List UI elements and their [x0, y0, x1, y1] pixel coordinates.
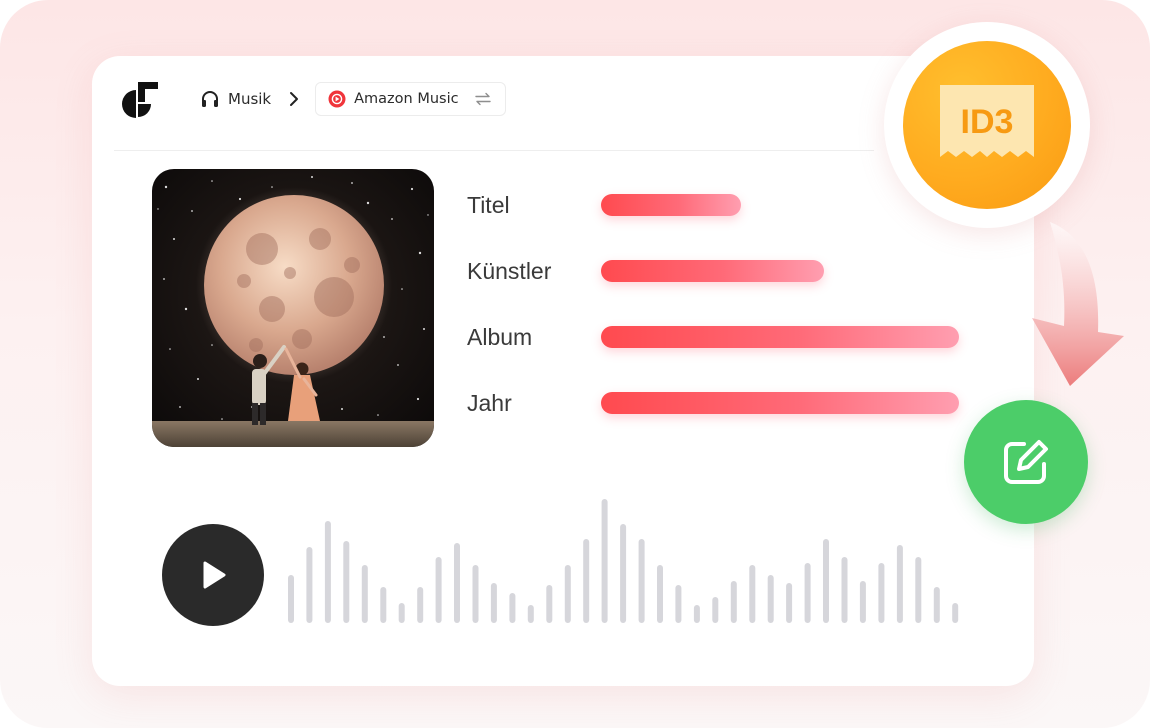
- waveform-bar: [527, 605, 534, 623]
- meta-row-year: Jahr: [467, 385, 959, 421]
- edit-tags-button[interactable]: [964, 400, 1088, 524]
- waveform-bar: [398, 603, 405, 623]
- id3-label: ID3: [960, 103, 1014, 141]
- waveform-bar: [841, 557, 848, 623]
- meta-value-album[interactable]: [601, 326, 959, 348]
- waveform-bar: [601, 499, 608, 623]
- meta-value-title[interactable]: [601, 194, 741, 216]
- waveform-bar: [343, 541, 350, 623]
- waveform-bar: [657, 565, 663, 623]
- waveform-bar: [915, 557, 922, 623]
- waveform-bar: [749, 565, 756, 623]
- waveform-bar: [564, 565, 571, 623]
- meta-label-year: Jahr: [467, 389, 512, 416]
- waveform-bar: [859, 581, 866, 623]
- waveform-bar: [324, 521, 331, 623]
- waveform-bar: [712, 597, 719, 623]
- play-button[interactable]: [162, 524, 264, 626]
- waveform-bar: [417, 587, 424, 623]
- meta-row-title: Titel: [467, 187, 741, 223]
- waveform-bar: [435, 557, 442, 623]
- waveform-bar: [361, 565, 368, 623]
- meta-value-year[interactable]: [601, 392, 959, 414]
- waveform-bar: [638, 539, 645, 623]
- breadcrumb-home[interactable]: Musik: [200, 89, 271, 109]
- audio-waveform: [288, 499, 959, 623]
- meta-label-title: Titel: [467, 191, 510, 218]
- service-label: Amazon Music: [354, 91, 459, 107]
- meta-value-artist[interactable]: [601, 260, 824, 282]
- waveform-bar: [693, 605, 700, 623]
- meta-row-album: Album: [467, 319, 959, 355]
- waveform-bar: [288, 575, 294, 623]
- waveform-bar: [472, 565, 479, 623]
- meta-label-album: Album: [467, 323, 533, 350]
- swap-arrows-icon[interactable]: [473, 90, 493, 108]
- album-cover-image: [152, 169, 434, 447]
- waveform-bar: [546, 585, 553, 623]
- waveform-bar: [804, 563, 811, 623]
- waveform-bar: [823, 539, 829, 623]
- edit-icon: [1004, 440, 1048, 484]
- waveform-bar: [620, 524, 627, 623]
- chevron-right-icon: [290, 92, 299, 106]
- waveform-bar: [509, 593, 516, 623]
- id3-badge-circle: ID3: [903, 41, 1071, 209]
- id3-badge: ID3: [884, 22, 1090, 228]
- breadcrumb: Musik Amazon Music: [200, 82, 506, 116]
- waveform-bar: [583, 539, 590, 623]
- waveform-bar: [675, 585, 682, 623]
- waveform-bar: [896, 545, 903, 623]
- waveform-bar: [730, 581, 737, 623]
- waveform-bar: [786, 583, 793, 623]
- waveform-bar: [306, 547, 313, 623]
- service-selector[interactable]: Amazon Music: [315, 82, 506, 116]
- breadcrumb-home-label: Musik: [228, 90, 272, 108]
- waveform-bar: [490, 583, 497, 623]
- meta-label-artist: Künstler: [467, 257, 552, 284]
- play-icon: [203, 561, 226, 589]
- id3-label-box: ID3: [940, 105, 1034, 145]
- meta-row-artist: Künstler: [467, 253, 824, 289]
- waveform-bar: [767, 575, 774, 623]
- waveform-bar: [933, 587, 940, 623]
- waveform-bar: [952, 603, 959, 623]
- waveform-bar: [380, 587, 387, 623]
- waveform-bar: [454, 543, 460, 623]
- headphones-icon: [202, 91, 218, 107]
- app-logo: [122, 82, 158, 118]
- amazon-music-icon: [328, 90, 346, 108]
- down-arrow-icon: [1032, 222, 1124, 386]
- header-divider: [114, 150, 874, 151]
- waveform-bar: [878, 563, 885, 623]
